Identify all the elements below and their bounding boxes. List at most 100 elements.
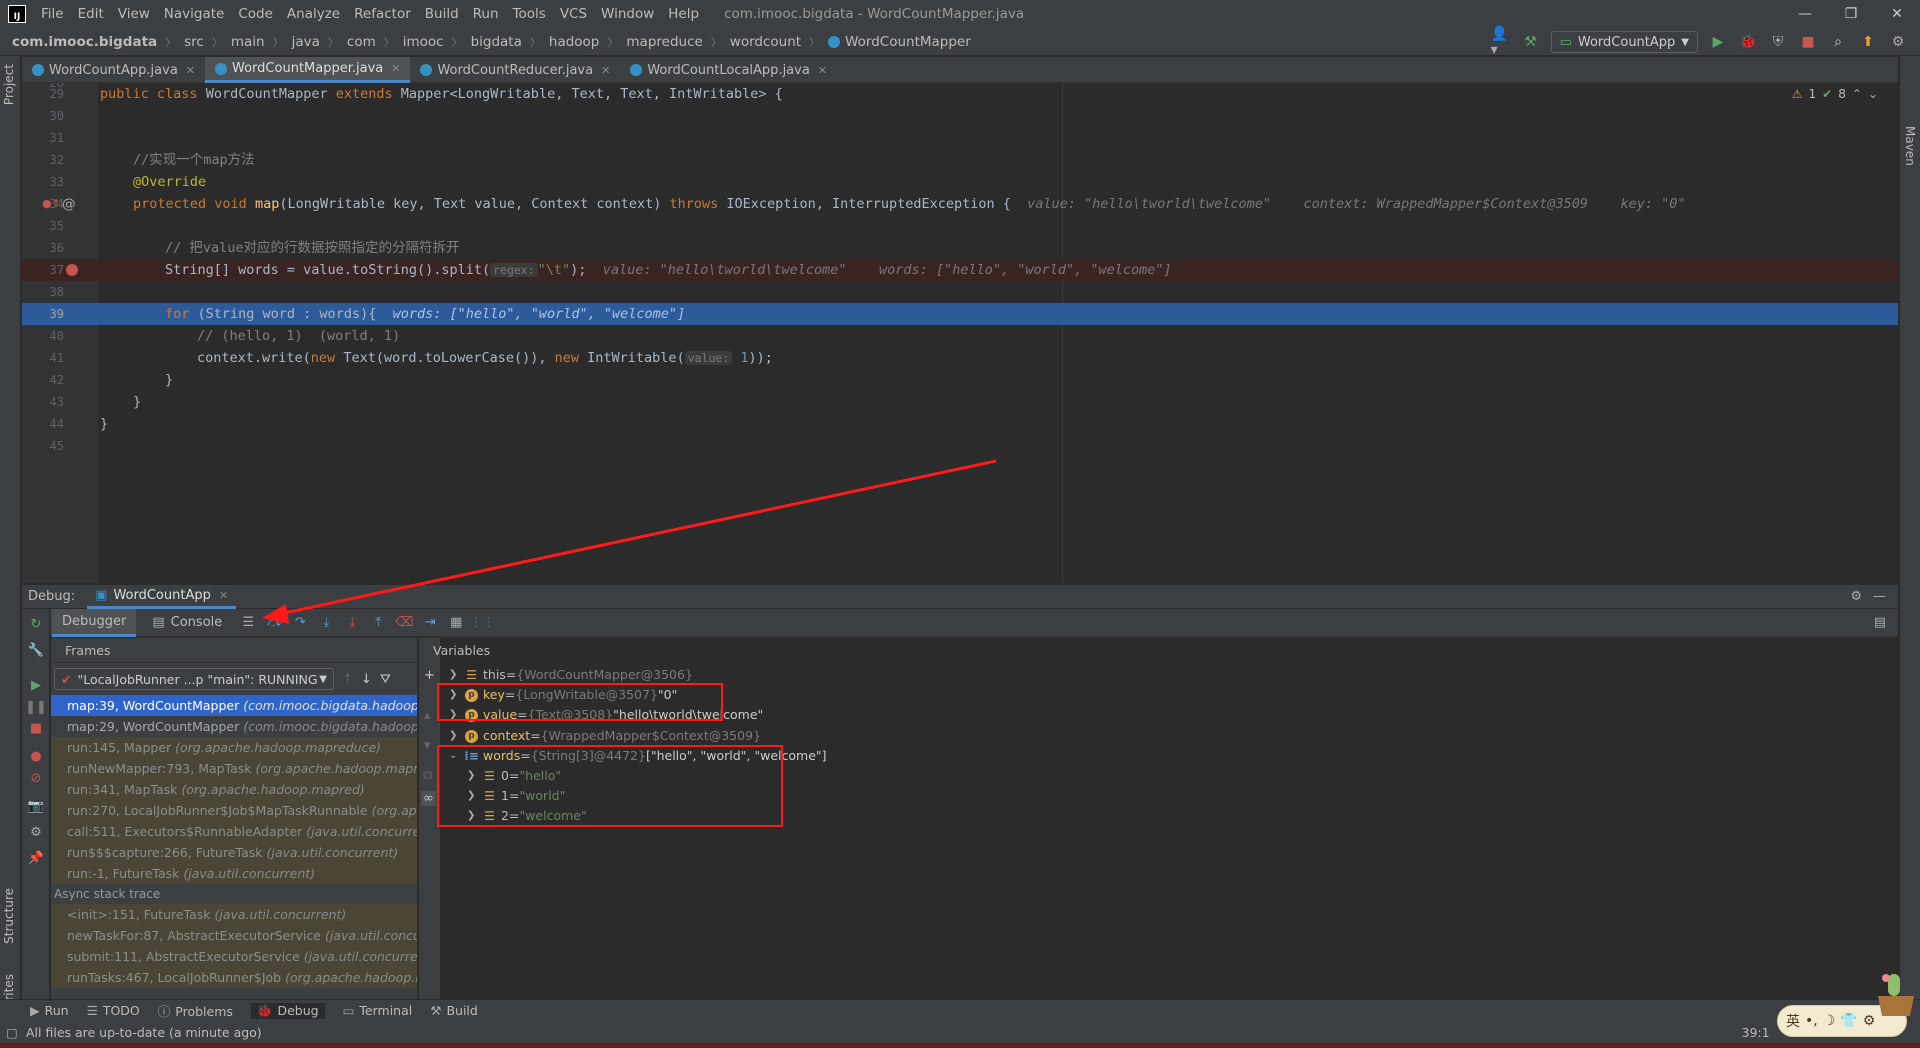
thread-select[interactable]: ✔ "LocalJobRunner ...p "main": RUNNING ▼ — [54, 668, 334, 690]
menu-window[interactable]: Window — [594, 0, 661, 28]
coverage-icon[interactable]: ⛨ — [1768, 32, 1788, 52]
stop-icon[interactable]: ■ — [27, 719, 45, 737]
punctuation-icon[interactable]: •, — [1805, 1013, 1818, 1029]
close-icon[interactable]: ✕ — [219, 589, 228, 602]
layout-menu-icon[interactable]: ☰ — [238, 613, 258, 633]
close-icon[interactable]: ✕ — [391, 62, 400, 75]
run-to-cursor-icon[interactable]: ⇥ — [420, 613, 440, 633]
camera-icon[interactable]: 📷 — [27, 797, 45, 815]
tab-console[interactable]: ▤ Console — [142, 609, 232, 637]
tab-wordcountmapper[interactable]: WordCountMapper.java ✕ — [205, 57, 411, 83]
tab-wordcountapp[interactable]: WordCountApp.java ✕ — [22, 57, 205, 83]
settings-gear-icon[interactable]: ⚙ — [27, 823, 45, 841]
stack-frame[interactable]: map:39, WordCountMapper (com.imooc.bigda… — [51, 695, 417, 716]
arrow-down-icon[interactable]: ▾ — [424, 738, 431, 753]
menu-tools[interactable]: Tools — [506, 0, 553, 28]
structure-tool-tab[interactable]: Structure — [2, 888, 16, 944]
search-icon[interactable]: ⌕ — [1828, 32, 1848, 52]
stack-frame[interactable]: call:511, Executors$RunnableAdapter (jav… — [51, 821, 417, 842]
close-icon[interactable]: ✕ — [601, 64, 610, 77]
menu-vcs[interactable]: VCS — [553, 0, 594, 28]
user-icon[interactable]: 👤▾ — [1491, 26, 1511, 58]
tool-tab-problems[interactable]: ⓘ Problems — [158, 1001, 233, 1020]
breadcrumb-com[interactable]: com — [347, 34, 376, 50]
breadcrumb-main[interactable]: main — [231, 34, 265, 50]
drop-frame-icon[interactable]: ⌫ — [394, 613, 414, 633]
tab-wordcountreducer[interactable]: WordCountReducer.java ✕ — [410, 57, 620, 83]
pause-icon[interactable]: ❚❚ — [25, 698, 47, 716]
evaluate-expression-icon[interactable]: ▦ — [446, 613, 466, 633]
close-icon[interactable]: ✕ — [818, 64, 827, 77]
breadcrumb-bigdata[interactable]: bigdata — [471, 34, 522, 50]
step-over-icon[interactable]: ↷ — [290, 613, 310, 633]
menu-edit[interactable]: Edit — [71, 0, 111, 28]
menu-help[interactable]: Help — [661, 0, 706, 28]
menu-refactor[interactable]: Refactor — [347, 0, 418, 28]
close-icon[interactable]: ✕ — [186, 64, 195, 77]
menu-view[interactable]: View — [111, 0, 157, 28]
async-stack-frame[interactable]: newTaskFor:87, AbstractExecutorService (… — [51, 925, 417, 946]
variable-row-context[interactable]: ❯ p context = {WrappedMapper$Context@350… — [449, 726, 761, 746]
tool-tab-debug[interactable]: 🐞 Debug — [250, 1002, 325, 1019]
moon-icon[interactable]: ☽ — [1823, 1013, 1836, 1029]
ime-language[interactable]: 英 — [1786, 1011, 1800, 1031]
at-marker-icon[interactable]: @ — [62, 193, 76, 215]
run-icon[interactable]: ▶ — [1708, 32, 1728, 52]
menu-build[interactable]: Build — [418, 0, 466, 28]
menu-code[interactable]: Code — [231, 0, 280, 28]
stop-icon[interactable]: ■ — [1798, 32, 1818, 52]
variable-row-this[interactable]: ❯ ☰ this = {WordCountMapper@3506} — [449, 665, 693, 685]
status-panel-icon[interactable]: ▢ — [6, 1025, 18, 1040]
add-watch-icon[interactable]: + — [424, 668, 435, 683]
pin-icon[interactable]: 📌 — [27, 849, 45, 867]
breadcrumb-class[interactable]: WordCountMapper — [828, 34, 971, 50]
arrow-up-icon[interactable]: ▴ — [424, 708, 431, 723]
async-stack-frame[interactable]: submit:111, AbstractExecutorService (jav… — [51, 946, 417, 967]
stack-frame[interactable]: run:341, MapTask (org.apache.hadoop.mapr… — [51, 779, 417, 800]
menu-file[interactable]: File — [34, 0, 71, 28]
chevron-right-icon[interactable]: ❯ — [449, 665, 465, 685]
minimize-window-icon[interactable]: — — [1782, 0, 1828, 28]
settings-gear-icon[interactable]: ⚙ — [1850, 589, 1862, 604]
infinity-glasses-icon[interactable]: ∞ — [421, 791, 436, 806]
update-icon[interactable]: ⬆ — [1858, 32, 1878, 52]
rerun-icon[interactable]: ↻ — [27, 615, 45, 633]
show-execution-point-icon[interactable]: ⤼ — [264, 613, 284, 633]
restore-layout-icon[interactable]: ▤ — [1874, 615, 1886, 630]
resume-icon[interactable]: ▶ — [27, 676, 45, 694]
view-breakpoints-icon[interactable]: ● — [27, 747, 45, 765]
debug-icon[interactable]: 🐞 — [1738, 32, 1758, 52]
stack-frame[interactable]: run:145, Mapper (org.apache.hadoop.mapre… — [51, 737, 417, 758]
tool-tab-run[interactable]: ▶ Run — [30, 1003, 69, 1018]
hide-panel-icon[interactable]: — — [1873, 589, 1886, 604]
filter-icon[interactable]: ⛛ — [380, 672, 391, 687]
code-editor[interactable]: ⚠ 1 ✔ 8 ⌃ ⌄ 28 29 public class WordCountMa… — [22, 83, 1898, 583]
mute-breakpoints-icon[interactable]: ⊘ — [27, 769, 45, 787]
step-out-icon[interactable]: ⤒ — [368, 613, 388, 633]
caret-position[interactable]: 39:1 — [1742, 1025, 1770, 1040]
breadcrumb-java[interactable]: java — [292, 34, 320, 50]
menu-analyze[interactable]: Analyze — [280, 0, 347, 28]
close-window-icon[interactable]: ✕ — [1874, 0, 1920, 28]
menu-run[interactable]: Run — [466, 0, 506, 28]
debug-session-tab[interactable]: ▣ WordCountApp ✕ — [87, 585, 237, 609]
arrow-up-icon[interactable]: ↑ — [342, 672, 353, 687]
run-configuration-select[interactable]: ▭ WordCountApp ▼ — [1550, 31, 1698, 53]
settings-gear-icon[interactable]: ⚙ — [1888, 32, 1908, 52]
chevron-right-icon[interactable]: ❯ — [449, 726, 465, 746]
menu-navigate[interactable]: Navigate — [157, 0, 232, 28]
breadcrumb-mapreduce[interactable]: mapreduce — [626, 34, 702, 50]
tool-tab-build[interactable]: ⚒ Build — [430, 1003, 478, 1018]
stack-frame[interactable]: run:270, LocalJobRunner$Job$MapTaskRunna… — [51, 800, 417, 821]
breadcrumb-hadoop[interactable]: hadoop — [549, 34, 600, 50]
wrench-icon[interactable]: 🔧 — [27, 641, 45, 659]
stack-frame[interactable]: run$$$capture:266, FutureTask (java.util… — [51, 842, 417, 863]
shirt-icon[interactable]: 👕 — [1840, 1013, 1857, 1029]
arrow-down-icon[interactable]: ↓ — [361, 672, 372, 687]
stack-frame[interactable]: runNewMapper:793, MapTask (org.apache.ha… — [51, 758, 417, 779]
build-hammer-icon[interactable]: ⚒ — [1521, 32, 1541, 52]
async-stack-frame[interactable]: runTasks:467, LocalJobRunner$Job (org.ap… — [51, 967, 417, 988]
trace-current-stream-icon[interactable]: ⋮⋮ — [469, 613, 495, 633]
maven-tool-tab[interactable]: Maven — [1903, 126, 1917, 166]
tool-tab-terminal[interactable]: ▭ Terminal — [343, 1003, 413, 1018]
